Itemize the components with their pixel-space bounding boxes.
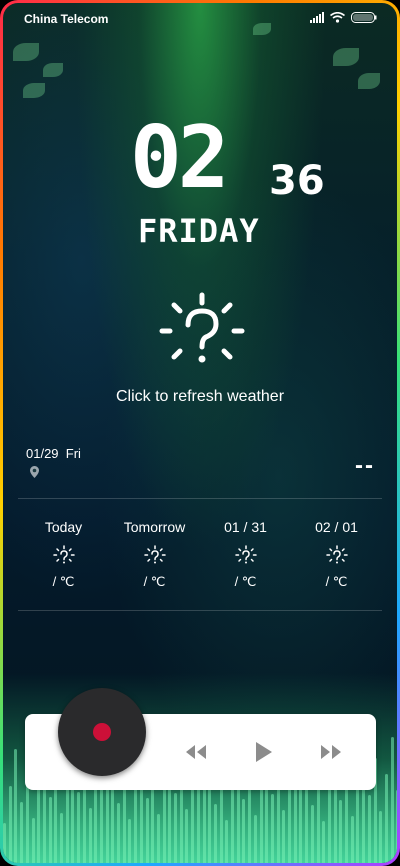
leaf-decoration xyxy=(43,63,63,77)
grass-blade xyxy=(367,795,371,863)
forecast-temp: / ℃ xyxy=(52,574,75,589)
leaf-decoration xyxy=(23,83,45,98)
grass-blade xyxy=(14,749,18,863)
grass-blade xyxy=(48,797,52,863)
weekday-text: Fri xyxy=(65,446,81,461)
forecast-row: Today / ℃ Tomorrow / ℃ 01 / 31 / ℃ 02 / 01 / ℃ xyxy=(18,519,382,590)
grass-blade xyxy=(225,820,229,863)
grass-blade xyxy=(134,782,138,863)
grass-blade xyxy=(242,799,246,863)
clock-minute: 36 xyxy=(269,158,325,204)
clock-hour: 02 xyxy=(130,108,230,208)
status-bar: China Telecom xyxy=(3,3,397,35)
leaf-decoration xyxy=(13,43,39,61)
grass-blade xyxy=(185,809,189,863)
grass-blade xyxy=(299,789,303,863)
fast-forward-icon[interactable] xyxy=(319,740,343,764)
location-pin-icon xyxy=(30,466,39,478)
battery-icon xyxy=(351,12,377,23)
forecast-label: 01 / 31 xyxy=(224,519,267,535)
leaf-decoration xyxy=(358,73,380,89)
play-icon[interactable] xyxy=(251,740,275,764)
grass-blade xyxy=(174,793,177,863)
status-icons xyxy=(310,12,377,23)
clock-day: FRIDAY xyxy=(138,212,260,250)
lock-screen: China Telecom 02 36 FRIDAY Click to refr… xyxy=(3,3,397,863)
carrier-name: China Telecom xyxy=(24,12,109,26)
grass-blade xyxy=(8,786,12,863)
forecast-temp: / ℃ xyxy=(143,574,166,589)
forecast-day: Tomorrow / ℃ xyxy=(109,519,200,590)
grass-blade xyxy=(396,790,397,863)
weather-date: 01/29 Fri xyxy=(26,446,81,461)
grass-blade xyxy=(77,792,81,863)
forecast-day: 01 / 31 / ℃ xyxy=(200,519,291,590)
grass-blade xyxy=(202,788,206,863)
forecast-day: Today / ℃ xyxy=(18,519,109,590)
grass-blade xyxy=(356,779,360,863)
divider xyxy=(18,498,382,499)
refresh-weather-button[interactable]: Click to refresh weather xyxy=(3,388,397,406)
album-disc[interactable] xyxy=(58,688,146,776)
sun-question-icon[interactable] xyxy=(156,289,248,369)
forecast-label: Today xyxy=(44,519,83,535)
disc-center xyxy=(93,723,111,741)
grass-blade xyxy=(384,774,388,863)
grass-blade xyxy=(128,819,132,863)
grass-blade xyxy=(117,803,120,863)
grass-blade xyxy=(390,737,394,863)
forecast-temp: / ℃ xyxy=(325,574,348,589)
leaf-decoration xyxy=(333,48,359,66)
grass-blade xyxy=(253,815,257,863)
sun-question-icon xyxy=(325,545,348,564)
signal-icon xyxy=(310,12,324,23)
grass-blade xyxy=(20,802,24,863)
date-text: 01/29 xyxy=(26,446,59,461)
grass-blade xyxy=(3,823,6,863)
grass-blade xyxy=(213,804,217,863)
current-temperature: -- xyxy=(355,452,375,479)
grass-blade xyxy=(105,787,109,863)
rewind-icon[interactable] xyxy=(184,740,208,764)
grass-blade xyxy=(270,794,274,863)
wifi-icon xyxy=(330,12,345,23)
grass-blade xyxy=(31,818,35,863)
grass-blade xyxy=(259,778,263,863)
forecast-label: 02 / 01 xyxy=(315,519,358,535)
forecast-day: 02 / 01 / ℃ xyxy=(291,519,382,590)
grass-blade xyxy=(88,808,92,863)
divider xyxy=(18,610,382,611)
grass-blade xyxy=(379,811,383,863)
grass-blade xyxy=(145,798,149,863)
sun-question-icon xyxy=(143,545,166,564)
grass-blade xyxy=(60,813,63,863)
grass-blade xyxy=(327,784,331,863)
forecast-temp: / ℃ xyxy=(234,574,257,589)
sun-question-icon xyxy=(52,545,75,564)
grass-blade xyxy=(339,800,343,863)
sun-question-icon xyxy=(234,545,257,564)
grass-blade xyxy=(322,821,326,863)
grass-blade xyxy=(156,814,160,863)
rainbow-frame: China Telecom 02 36 FRIDAY Click to refr… xyxy=(0,0,400,866)
grass-blade xyxy=(310,805,314,863)
grass-blade xyxy=(37,781,41,863)
grass-blade xyxy=(231,783,234,863)
grass-blade xyxy=(282,810,286,863)
grass-blade xyxy=(350,816,354,863)
forecast-label: Tomorrow xyxy=(123,519,186,535)
